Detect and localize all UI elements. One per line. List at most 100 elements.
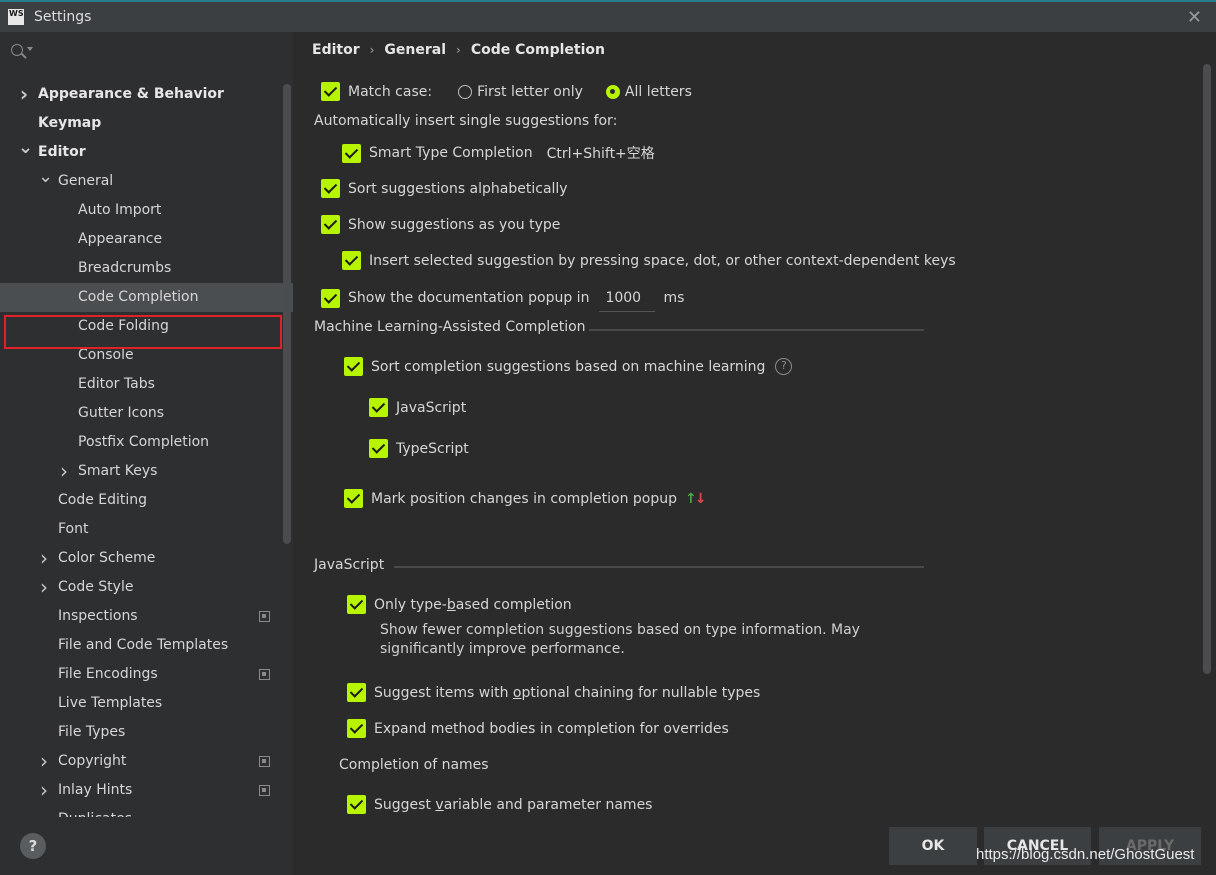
chevron-down-icon[interactable]: ⌄	[18, 138, 33, 167]
sidebar-item-live-templates[interactable]: Live Templates	[0, 689, 293, 718]
sidebar-item-copyright[interactable]: › Copyright	[0, 747, 293, 776]
sidebar-item-label: Code Completion	[78, 289, 199, 305]
mark-position-row: Mark position changes in completion popu…	[344, 489, 706, 508]
show-as-type-row: Show suggestions as you type	[321, 215, 560, 234]
insert-selected-label: Insert selected suggestion by pressing s…	[369, 252, 956, 269]
window-title: Settings	[34, 9, 92, 25]
sidebar-item-code-style[interactable]: › Code Style	[0, 573, 293, 602]
sidebar-item-label: Editor Tabs	[78, 376, 155, 392]
sidebar-item-inlay-hints[interactable]: › Inlay Hints	[0, 776, 293, 805]
sidebar-item-inspections[interactable]: Inspections	[0, 602, 293, 631]
match-case-label: Match case:	[348, 83, 433, 100]
ml-sort-label: Sort completion suggestions based on mac…	[371, 358, 766, 375]
sidebar-item-label: Smart Keys	[78, 463, 158, 479]
ml-javascript-row: JavaScript	[369, 398, 466, 417]
sidebar-item-file-types[interactable]: File Types	[0, 718, 293, 747]
chevron-right-icon[interactable]: ›	[38, 747, 50, 776]
sidebar-item-color-scheme[interactable]: › Color Scheme	[0, 544, 293, 573]
sidebar-item-label: Breadcrumbs	[78, 260, 172, 276]
sort-alpha-checkbox[interactable]	[321, 179, 340, 198]
ml-javascript-label: JavaScript	[396, 399, 467, 416]
sidebar-item-editor-tabs[interactable]: Editor Tabs	[0, 370, 293, 399]
type-based-checkbox[interactable]	[347, 595, 366, 614]
sidebar-item-code-editing[interactable]: Code Editing	[0, 486, 293, 515]
sidebar-item-label: Copyright	[58, 753, 127, 769]
breadcrumb-item[interactable]: Editor	[312, 42, 360, 58]
expand-method-row: Expand method bodies in completion for o…	[347, 719, 729, 738]
chevron-right-icon[interactable]: ›	[38, 573, 50, 602]
mark-position-checkbox[interactable]	[344, 489, 363, 508]
chevron-down-icon[interactable]: ⌄	[38, 167, 53, 196]
sidebar-item-label: Color Scheme	[58, 550, 156, 566]
sidebar-item-font[interactable]: Font	[0, 515, 293, 544]
type-based-description: Show fewer completion suggestions based …	[380, 622, 860, 657]
optional-chain-checkbox[interactable]	[347, 683, 366, 702]
breadcrumb-item[interactable]: General	[384, 42, 446, 58]
sidebar-item-appearance-behavior[interactable]: › Appearance & Behavior	[0, 80, 293, 109]
sidebar-item-label: Code Style	[58, 579, 134, 595]
sidebar-item-label: Appearance	[78, 231, 163, 247]
show-as-type-checkbox[interactable]	[321, 215, 340, 234]
sidebar-item-gutter-icons[interactable]: Gutter Icons	[0, 399, 293, 428]
var-names-checkbox[interactable]	[347, 795, 366, 814]
help-circle-icon[interactable]: ?	[775, 358, 793, 375]
sidebar-item-duplicates[interactable]: Duplicates	[0, 805, 293, 817]
chevron-right-icon[interactable]: ›	[58, 457, 70, 486]
sidebar-item-label: Auto Import	[78, 202, 162, 218]
sidebar-item-editor[interactable]: ⌄ Editor	[0, 138, 293, 167]
ml-typescript-checkbox[interactable]	[369, 439, 388, 458]
sidebar-item-file-encodings[interactable]: File Encodings	[0, 660, 293, 689]
chevron-right-icon: ›	[369, 43, 375, 57]
doc-popup-delay-input[interactable]	[599, 284, 656, 312]
sidebar-item-code-completion[interactable]: Code Completion	[0, 283, 293, 312]
sidebar-item-breadcrumbs[interactable]: Breadcrumbs	[0, 254, 293, 283]
close-icon[interactable]: ✕	[1187, 7, 1202, 28]
match-case-checkbox[interactable]	[321, 82, 340, 101]
sidebar-item-keymap[interactable]: Keymap	[0, 109, 293, 138]
expand-method-checkbox[interactable]	[347, 719, 366, 738]
help-button[interactable]: ?	[20, 833, 46, 859]
insert-selected-checkbox[interactable]	[342, 251, 361, 270]
doc-popup-unit: ms	[663, 290, 685, 306]
ok-button[interactable]: OK	[889, 827, 977, 865]
sidebar-item-label: Appearance & Behavior	[38, 86, 224, 102]
sidebar-item-label: Code Editing	[58, 492, 148, 508]
doc-popup-row: Show the documentation popup in ms	[321, 284, 684, 312]
sidebar-item-label: Postfix Completion	[78, 434, 210, 450]
content-scrollbar[interactable]	[1203, 64, 1211, 674]
sidebar-item-label: Live Templates	[58, 695, 163, 711]
up-down-arrows-icon: ↑↓	[685, 490, 706, 507]
sidebar-item-file-and-code-templates[interactable]: File and Code Templates	[0, 631, 293, 660]
sidebar-item-label: File and Code Templates	[58, 637, 229, 653]
settings-tree: › Appearance & Behavior Keymap ⌄ Editor ⌄ Gene…	[0, 80, 293, 817]
sidebar-item-label: Font	[58, 521, 89, 537]
chevron-right-icon[interactable]: ›	[38, 776, 50, 805]
webstorm-logo-icon: WS	[8, 9, 24, 25]
first-letter-radio[interactable]	[458, 84, 473, 99]
sidebar-scrollbar[interactable]	[283, 84, 291, 544]
ml-javascript-checkbox[interactable]	[369, 398, 388, 417]
selection-highlight	[4, 315, 282, 349]
project-scope-icon	[259, 785, 270, 796]
sidebar-item-auto-import[interactable]: Auto Import	[0, 196, 293, 225]
chevron-right-icon[interactable]: ›	[38, 544, 50, 573]
search-row[interactable]	[0, 32, 293, 72]
sidebar-item-label: Keymap	[38, 115, 102, 131]
sidebar-item-label: Inspections	[58, 608, 138, 624]
ml-sort-checkbox[interactable]	[344, 357, 363, 376]
section-divider	[394, 566, 924, 568]
sidebar-item-general[interactable]: ⌄ General	[0, 167, 293, 196]
all-letters-radio[interactable]	[605, 84, 620, 99]
smart-type-checkbox[interactable]	[342, 143, 361, 163]
sidebar-item-appearance[interactable]: Appearance	[0, 225, 293, 254]
doc-popup-checkbox[interactable]	[321, 288, 340, 308]
settings-content: Editor › General › Code Completion Match…	[293, 32, 1216, 817]
search-icon[interactable]	[11, 44, 33, 60]
sort-alpha-label: Sort suggestions alphabetically	[348, 180, 568, 197]
chevron-right-icon[interactable]: ›	[18, 80, 30, 109]
sidebar-item-smart-keys[interactable]: › Smart Keys	[0, 457, 293, 486]
sidebar-item-postfix-completion[interactable]: Postfix Completion	[0, 428, 293, 457]
project-scope-icon	[259, 669, 270, 680]
breadcrumb: Editor › General › Code Completion	[312, 42, 605, 58]
breadcrumb-item: Code Completion	[470, 42, 605, 58]
